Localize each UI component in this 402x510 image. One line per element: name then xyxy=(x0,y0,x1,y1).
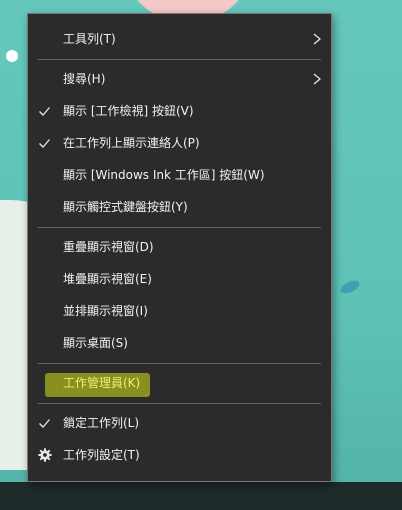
menu-item-search[interactable]: 搜尋(H) xyxy=(28,63,331,95)
menu-item-label: 顯示 [工作檢視] 按鈕(V) xyxy=(63,104,194,118)
menu-separator xyxy=(38,403,321,404)
menu-item-label: 工具列(T) xyxy=(63,32,116,46)
menu-item-show-windows-ink-button[interactable]: 顯示 [Windows Ink 工作區] 按鈕(W) xyxy=(28,159,331,191)
menu-item-label: 並排顯示視窗(I) xyxy=(63,304,148,318)
checkmark-icon xyxy=(39,139,50,148)
menu-separator xyxy=(38,59,321,60)
menu-item-label: 重疊顯示視窗(D) xyxy=(63,240,154,254)
menu-separator xyxy=(38,227,321,228)
menu-item-show-touch-keyboard-button[interactable]: 顯示觸控式鍵盤按鈕(Y) xyxy=(28,191,331,223)
checkmark-icon xyxy=(39,107,50,116)
menu-item-stack-windows[interactable]: 堆疊顯示視窗(E) xyxy=(28,263,331,295)
menu-item-show-people[interactable]: 在工作列上顯示連絡人(P) xyxy=(28,127,331,159)
chevron-right-icon xyxy=(313,33,321,45)
menu-item-label: 工作管理員(K) xyxy=(63,376,141,390)
menu-item-label: 顯示觸控式鍵盤按鈕(Y) xyxy=(63,200,188,214)
menu-item-label: 在工作列上顯示連絡人(P) xyxy=(63,136,200,150)
taskbar-context-menu: 工具列(T) 搜尋(H) 顯示 [工作檢視] 按鈕(V) 在工作列上顯示連絡人(… xyxy=(27,13,332,482)
menu-item-cascade-windows[interactable]: 重疊顯示視窗(D) xyxy=(28,231,331,263)
wallpaper-shape xyxy=(338,278,362,296)
checkmark-icon xyxy=(39,419,50,428)
menu-separator xyxy=(38,363,321,364)
menu-item-task-manager[interactable]: 工作管理員(K) xyxy=(28,367,331,399)
menu-item-label: 鎖定工作列(L) xyxy=(63,416,140,430)
gear-icon xyxy=(38,448,52,462)
menu-item-label: 工作列設定(T) xyxy=(63,448,140,462)
menu-item-lock-taskbar[interactable]: 鎖定工作列(L) xyxy=(28,407,331,439)
wallpaper-shape xyxy=(6,50,18,62)
menu-item-label: 顯示桌面(S) xyxy=(63,336,128,350)
menu-item-taskbar-settings[interactable]: 工作列設定(T) xyxy=(28,439,331,471)
chevron-right-icon xyxy=(313,73,321,85)
menu-item-side-by-side-windows[interactable]: 並排顯示視窗(I) xyxy=(28,295,331,327)
menu-item-toolbars[interactable]: 工具列(T) xyxy=(28,23,331,55)
menu-item-show-task-view-button[interactable]: 顯示 [工作檢視] 按鈕(V) xyxy=(28,95,331,127)
menu-item-label: 堆疊顯示視窗(E) xyxy=(63,272,152,286)
menu-item-show-desktop[interactable]: 顯示桌面(S) xyxy=(28,327,331,359)
taskbar[interactable] xyxy=(0,482,402,510)
menu-item-label: 搜尋(H) xyxy=(63,72,106,86)
menu-item-label: 顯示 [Windows Ink 工作區] 按鈕(W) xyxy=(63,168,265,182)
